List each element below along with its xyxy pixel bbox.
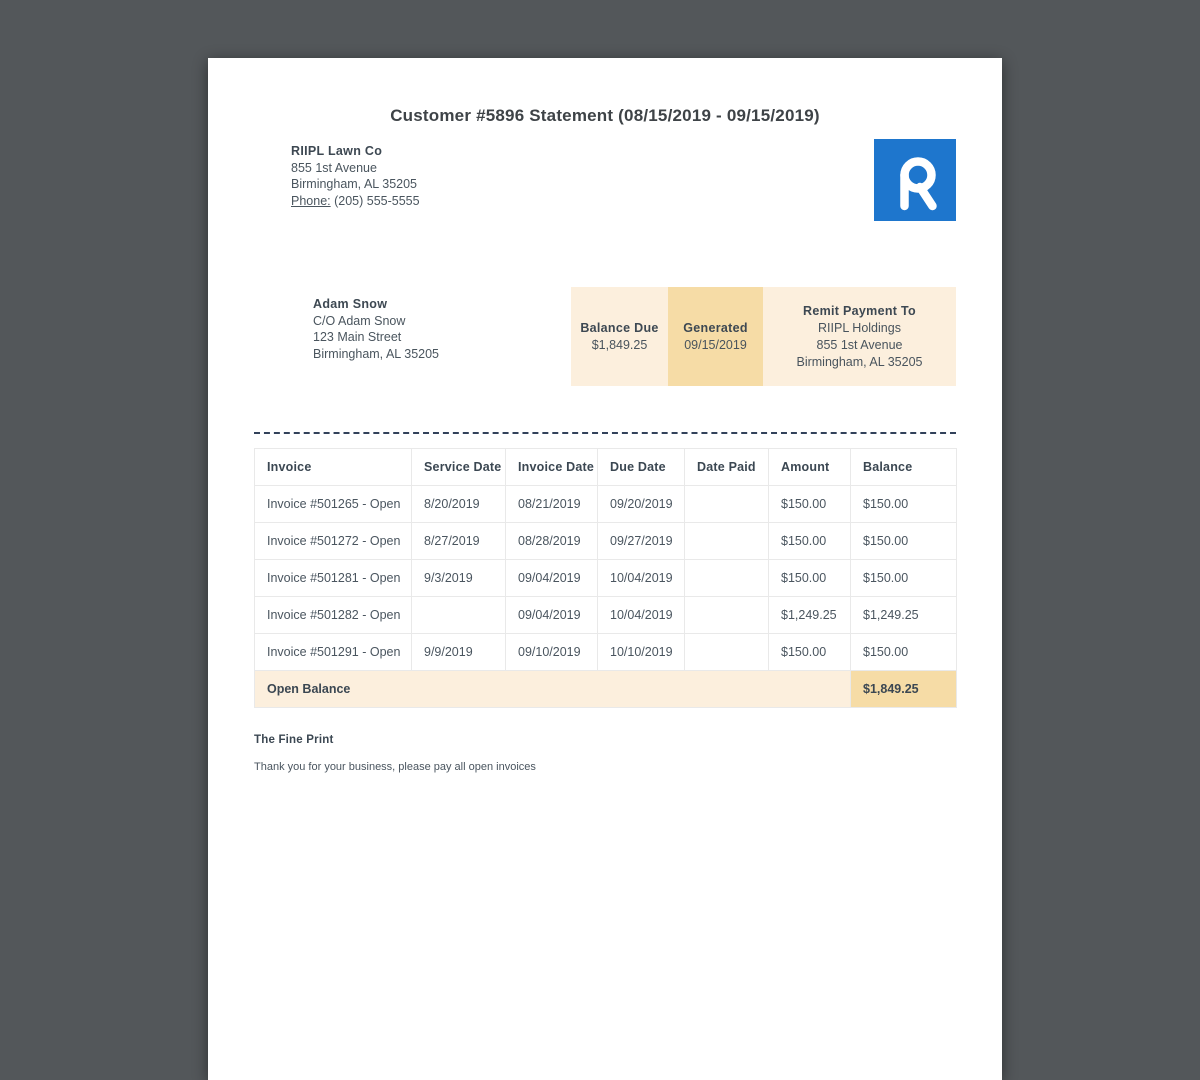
cell-invoice: Invoice #501281 - Open <box>255 560 412 597</box>
cell-invoice-date: 09/10/2019 <box>506 634 598 671</box>
cell-due-date: 10/10/2019 <box>598 634 685 671</box>
cell-invoice: Invoice #501282 - Open <box>255 597 412 634</box>
cell-due-date: 10/04/2019 <box>598 597 685 634</box>
remit-city: Birmingham, AL 35205 <box>763 354 956 371</box>
generated-label: Generated <box>668 320 763 337</box>
balance-summary-box: Balance Due $1,849.25 Generated 09/15/20… <box>571 287 956 386</box>
cell-invoice-date: 09/04/2019 <box>506 597 598 634</box>
cell-amount: $150.00 <box>769 634 851 671</box>
cell-due-date: 09/20/2019 <box>598 486 685 523</box>
col-header-date-paid: Date Paid <box>685 449 769 486</box>
cell-date-paid <box>685 560 769 597</box>
cell-amount: $150.00 <box>769 486 851 523</box>
company-phone-line: Phone: (205) 555-5555 <box>291 193 420 210</box>
table-row: Invoice #501272 - Open 8/27/2019 08/28/2… <box>255 523 957 560</box>
fine-print-body: Thank you for your business, please pay … <box>254 761 956 773</box>
cell-due-date: 10/04/2019 <box>598 560 685 597</box>
cell-date-paid <box>685 597 769 634</box>
cell-balance: $150.00 <box>851 634 957 671</box>
cell-amount: $150.00 <box>769 523 851 560</box>
customer-street: 123 Main Street <box>313 329 439 346</box>
cell-invoice: Invoice #501291 - Open <box>255 634 412 671</box>
col-header-invoice: Invoice <box>255 449 412 486</box>
table-row: Invoice #501282 - Open 09/04/2019 10/04/… <box>255 597 957 634</box>
cell-invoice-date: 08/28/2019 <box>506 523 598 560</box>
table-row: Invoice #501281 - Open 9/3/2019 09/04/20… <box>255 560 957 597</box>
phone-number: (205) 555-5555 <box>334 194 419 208</box>
remit-payment-cell: Remit Payment To RIIPL Holdings 855 1st … <box>763 287 956 386</box>
cell-date-paid <box>685 523 769 560</box>
company-header-row: RIIPL Lawn Co 855 1st Avenue Birmingham,… <box>254 143 956 221</box>
cell-invoice-date: 09/04/2019 <box>506 560 598 597</box>
remit-label: Remit Payment To <box>763 303 956 320</box>
cell-amount: $1,249.25 <box>769 597 851 634</box>
cell-balance: $1,249.25 <box>851 597 957 634</box>
cell-service-date <box>412 597 506 634</box>
dotted-divider <box>254 432 956 434</box>
balance-due-value: $1,849.25 <box>571 337 668 354</box>
cell-invoice: Invoice #501265 - Open <box>255 486 412 523</box>
customer-name: Adam Snow <box>313 296 439 313</box>
page-title: Customer #5896 Statement (08/15/2019 - 0… <box>254 58 956 126</box>
r-lettermark-icon <box>874 139 956 221</box>
cell-balance: $150.00 <box>851 560 957 597</box>
col-header-invoice-date: Invoice Date <box>506 449 598 486</box>
cell-due-date: 09/27/2019 <box>598 523 685 560</box>
invoice-table: Invoice Service Date Invoice Date Due Da… <box>254 448 957 708</box>
cell-date-paid <box>685 486 769 523</box>
cell-date-paid <box>685 634 769 671</box>
cell-service-date: 9/9/2019 <box>412 634 506 671</box>
company-name: RIIPL Lawn Co <box>291 143 420 160</box>
cell-service-date: 8/20/2019 <box>412 486 506 523</box>
remit-name: RIIPL Holdings <box>763 320 956 337</box>
fine-print-heading: The Fine Print <box>254 734 956 746</box>
cell-service-date: 8/27/2019 <box>412 523 506 560</box>
company-street: 855 1st Avenue <box>291 160 420 177</box>
open-balance-label: Open Balance <box>255 671 851 708</box>
generated-cell: Generated 09/15/2019 <box>668 287 763 386</box>
company-logo <box>874 139 956 221</box>
customer-care-of: C/O Adam Snow <box>313 313 439 330</box>
statement-page: Customer #5896 Statement (08/15/2019 - 0… <box>208 58 1002 1080</box>
billing-info-row: Adam Snow C/O Adam Snow 123 Main Street … <box>254 287 956 386</box>
balance-due-cell: Balance Due $1,849.25 <box>571 287 668 386</box>
cell-invoice: Invoice #501272 - Open <box>255 523 412 560</box>
generated-value: 09/15/2019 <box>668 337 763 354</box>
table-header-row: Invoice Service Date Invoice Date Due Da… <box>255 449 957 486</box>
cell-amount: $150.00 <box>769 560 851 597</box>
company-address-block: RIIPL Lawn Co 855 1st Avenue Birmingham,… <box>291 143 420 209</box>
cell-invoice-date: 08/21/2019 <box>506 486 598 523</box>
col-header-service-date: Service Date <box>412 449 506 486</box>
cell-service-date: 9/3/2019 <box>412 560 506 597</box>
col-header-balance: Balance <box>851 449 957 486</box>
cell-balance: $150.00 <box>851 486 957 523</box>
table-row: Invoice #501265 - Open 8/20/2019 08/21/2… <box>255 486 957 523</box>
col-header-due-date: Due Date <box>598 449 685 486</box>
phone-label: Phone: <box>291 194 331 208</box>
remit-street: 855 1st Avenue <box>763 337 956 354</box>
open-balance-row: Open Balance $1,849.25 <box>255 671 957 708</box>
customer-address-block: Adam Snow C/O Adam Snow 123 Main Street … <box>313 296 439 362</box>
balance-due-label: Balance Due <box>571 320 668 337</box>
customer-city: Birmingham, AL 35205 <box>313 346 439 363</box>
col-header-amount: Amount <box>769 449 851 486</box>
viewer-backdrop: Customer #5896 Statement (08/15/2019 - 0… <box>0 0 1200 1080</box>
open-balance-value: $1,849.25 <box>851 671 957 708</box>
table-row: Invoice #501291 - Open 9/9/2019 09/10/20… <box>255 634 957 671</box>
company-city: Birmingham, AL 35205 <box>291 176 420 193</box>
cell-balance: $150.00 <box>851 523 957 560</box>
